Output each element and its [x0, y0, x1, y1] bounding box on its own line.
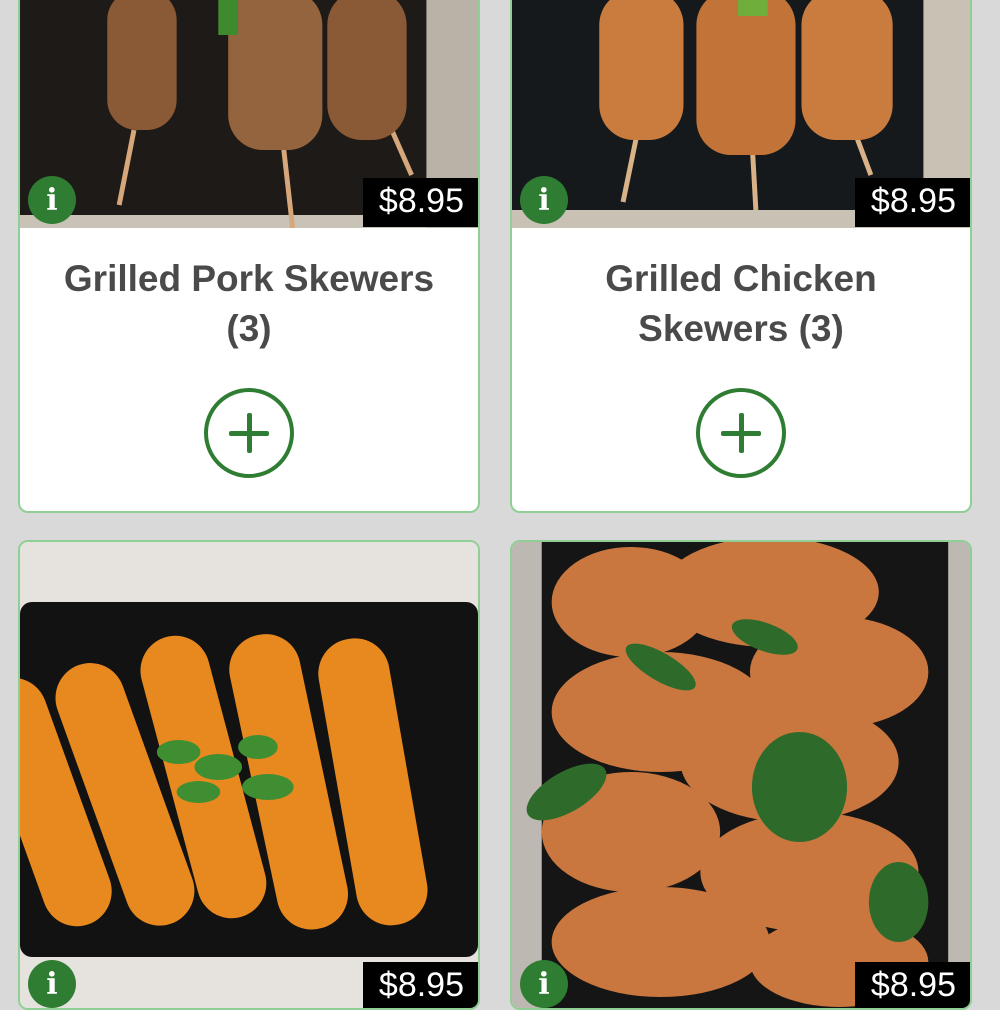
fried-chicken-photo [512, 542, 970, 1008]
food-image-fried-shrimp[interactable]: i $8.95 [20, 542, 478, 1008]
price-tag: $8.95 [854, 962, 970, 1008]
item-title: Grilled Chicken Skewers (3) [605, 258, 877, 349]
info-icon[interactable]: i [28, 176, 76, 224]
food-image-chicken-skewers[interactable]: i $8.95 [512, 0, 970, 228]
menu-card-fried-shrimp[interactable]: i $8.95 [18, 540, 480, 1010]
price-tag: $8.95 [362, 962, 478, 1008]
item-title: Grilled Pork Skewers (3) [63, 258, 435, 349]
price-tag: $8.95 [854, 178, 970, 227]
menu-card-pork-skewers[interactable]: i $8.95 Grilled Pork Skewers (3) [18, 0, 480, 513]
add-to-cart-button[interactable] [204, 388, 294, 478]
price-tag: $8.95 [362, 178, 478, 227]
menu-card-fried-chicken[interactable]: i $8.95 [510, 540, 972, 1010]
info-icon[interactable]: i [520, 960, 568, 1008]
food-image-pork-skewers[interactable]: i $8.95 [20, 0, 478, 228]
info-icon[interactable]: i [28, 960, 76, 1008]
info-icon[interactable]: i [520, 176, 568, 224]
add-to-cart-button[interactable] [696, 388, 786, 478]
food-image-fried-chicken[interactable]: i $8.95 [512, 542, 970, 1008]
fried-shrimp-photo [20, 542, 478, 1008]
menu-card-chicken-skewers[interactable]: i $8.95 Grilled Chicken Skewers (3) [510, 0, 972, 513]
